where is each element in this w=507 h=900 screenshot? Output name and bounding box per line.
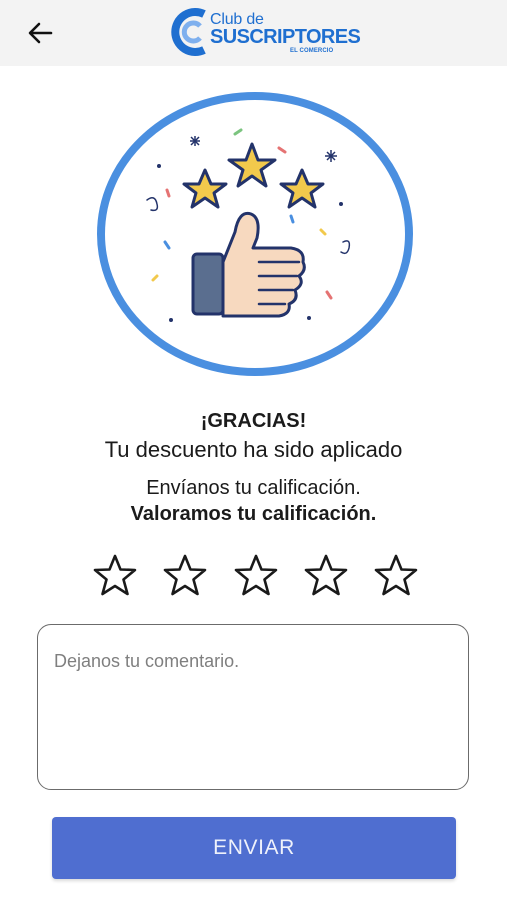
- logo-line2: SUSCRIPTORES: [210, 26, 361, 48]
- thanks-title: ¡GRACIAS!: [200, 410, 307, 432]
- star-outline-icon: [234, 554, 277, 596]
- rating-prompt-text: Envíanos tu calificación.: [146, 477, 361, 499]
- star-outline-icon: [93, 554, 137, 596]
- submit-button[interactable]: ENVIAR: [52, 817, 456, 879]
- arrow-left-icon: [28, 22, 53, 44]
- logo-line3: EL COMERCIO: [290, 48, 334, 54]
- rating-star-3[interactable]: [234, 553, 278, 597]
- sparkle-icon: [190, 136, 200, 146]
- rating-star-4[interactable]: [304, 553, 348, 597]
- app-header: Club de SUSCRIPTORES EL COMERCIO: [0, 0, 507, 66]
- star-rating: [93, 553, 418, 597]
- thumbs-up-stars-illustration: [97, 92, 413, 376]
- star-outline-icon: [163, 554, 207, 596]
- club-suscriptores-logo: Club de SUSCRIPTORES EL COMERCIO: [170, 6, 361, 60]
- rating-star-5[interactable]: [374, 553, 418, 597]
- discount-applied-text: Tu descuento ha sido aplicado: [104, 437, 403, 462]
- rating-star-2[interactable]: [163, 553, 207, 597]
- rating-emphasis-text: Valoramos tu calificación.: [130, 503, 377, 525]
- rating-star-1[interactable]: [93, 553, 137, 597]
- back-button[interactable]: [22, 16, 58, 50]
- star-outline-icon: [374, 554, 418, 596]
- comment-input[interactable]: [37, 624, 469, 790]
- logo-mark-icon: [171, 8, 206, 56]
- star-outline-icon: [304, 554, 348, 596]
